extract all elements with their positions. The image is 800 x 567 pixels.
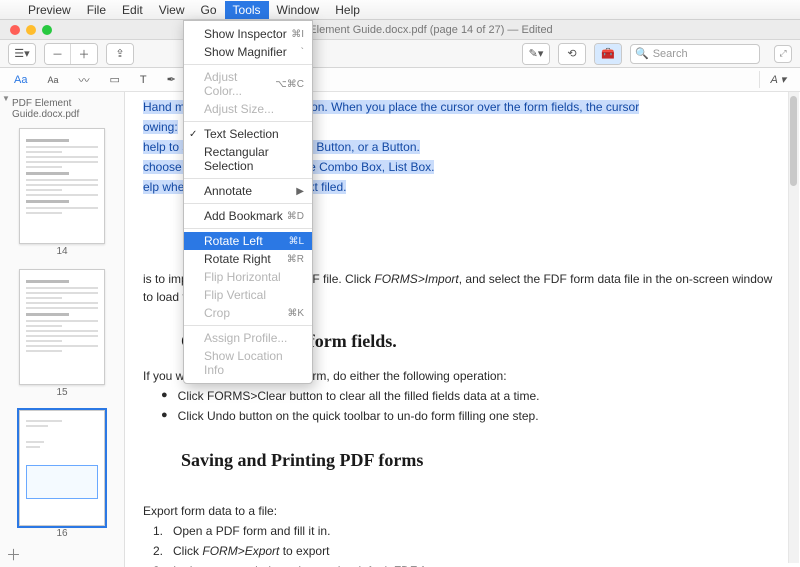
sketch-icon: 〰 [78, 75, 89, 87]
menu-view[interactable]: View [151, 1, 193, 19]
list-item: ●Click FORMS>Clear button to clear all t… [161, 387, 778, 405]
markup-toggle-button[interactable]: 🧰 [595, 44, 621, 64]
menu-item-show-magnifier[interactable]: Show Magnifier` [184, 43, 312, 61]
menu-help[interactable]: Help [327, 1, 368, 19]
main-split: ▼ PDF Element Guide.docx.pdf 14 15 16 ＋ … [0, 92, 800, 567]
submenu-arrow-icon: ▶ [296, 186, 304, 197]
scrollbar-thumb[interactable] [790, 96, 797, 186]
menu-item-add-bookmark[interactable]: Add Bookmark⌘D [184, 207, 312, 225]
tools-menu-dropdown: Show Inspector⌘I Show Magnifier` Adjust … [183, 20, 313, 384]
menu-separator [184, 325, 312, 326]
menu-separator [184, 228, 312, 229]
menu-item-rotate-left[interactable]: Rotate Left⌘L [184, 232, 312, 250]
zoom-in-icon: ＋ [79, 46, 90, 62]
list-item: 3.In the pop up window, choose the defau… [153, 562, 778, 567]
highlight-button[interactable]: ✎▾ [523, 44, 549, 64]
sidebar-toggle-button[interactable]: ☰▾ [9, 44, 35, 64]
list-item: 2.Click FORM>Export to export [153, 542, 778, 560]
markup-toolbar: Aa Aa 〰 ▭ T ✒ ▤ A ▾ [0, 68, 800, 92]
heading-saving-printing: Saving and Printing PDF forms [181, 447, 778, 474]
text-style-large-button[interactable]: Aa [10, 72, 31, 88]
menu-separator [184, 64, 312, 65]
menu-separator [184, 121, 312, 122]
menu-item-adjust-color: Adjust Color...⌥⌘C [184, 68, 312, 100]
menu-file[interactable]: File [79, 1, 114, 19]
menu-item-text-selection[interactable]: ✓Text Selection [184, 125, 312, 143]
zoom-out-button[interactable]: － [45, 44, 71, 64]
menu-separator [184, 203, 312, 204]
search-placeholder: Search [653, 48, 688, 60]
window-zoom-button[interactable] [42, 25, 52, 35]
menu-item-crop: Crop⌘K [184, 304, 312, 322]
page-thumbnail-14[interactable] [19, 128, 105, 244]
disclosure-triangle-icon[interactable]: ▼ [2, 94, 10, 103]
shapes-button[interactable]: ▭ [105, 71, 123, 88]
sign-button[interactable]: ✒ [163, 71, 180, 88]
menu-item-assign-profile: Assign Profile... [184, 329, 312, 347]
rotate-icon: ⟲ [567, 47, 576, 60]
search-field[interactable]: 🔍 Search [630, 44, 760, 64]
vertical-scrollbar[interactable] [788, 92, 799, 563]
menu-item-flip-vertical: Flip Vertical [184, 286, 312, 304]
signature-icon: ✒ [167, 74, 176, 86]
page-thumbnail-16[interactable] [19, 410, 105, 526]
menu-separator [184, 178, 312, 179]
menu-go[interactable]: Go [193, 1, 225, 19]
menubar: Preview File Edit View Go Tools Window H… [0, 0, 800, 20]
page-thumbnail-15[interactable] [19, 269, 105, 385]
sketch-button[interactable]: 〰 [74, 70, 93, 90]
toolbar: ☰▾ － ＋ ⇪ ✎▾ ⟲ 🧰 🔍 Search ⤢ [0, 40, 800, 68]
sidebar-filename: PDF Element Guide.docx.pdf [0, 96, 124, 124]
checkmark-icon: ✓ [189, 129, 197, 140]
share-button[interactable]: ⇪ [107, 44, 133, 64]
body-text: Export form data to a file: [143, 502, 778, 520]
font-style-dropdown[interactable]: A ▾ [759, 71, 790, 88]
menu-preview[interactable]: Preview [20, 1, 79, 19]
pencil-icon: ✎▾ [529, 47, 544, 60]
thumbnail-page-number: 16 [0, 528, 124, 539]
menu-item-show-location-info: Show Location Info [184, 347, 312, 379]
menu-item-show-inspector[interactable]: Show Inspector⌘I [184, 25, 312, 43]
thumbnail-sidebar[interactable]: ▼ PDF Element Guide.docx.pdf 14 15 16 ＋ [0, 92, 125, 567]
rotate-button[interactable]: ⟲ [559, 44, 585, 64]
zoom-in-button[interactable]: ＋ [71, 44, 97, 64]
share-icon: ⇪ [115, 47, 124, 60]
list-item: 1.Open a PDF form and fill it in. [153, 522, 778, 540]
window-minimize-button[interactable] [26, 25, 36, 35]
zoom-out-icon: － [52, 46, 63, 62]
text-style-small-button[interactable]: Aa [43, 73, 62, 87]
window-title: Element Guide.docx.pdf (page 14 of 27) —… [62, 24, 800, 36]
menu-item-annotate[interactable]: Annotate▶ [184, 182, 312, 200]
selected-text: owing: [143, 120, 178, 134]
menu-tools[interactable]: Tools [225, 1, 269, 19]
menu-item-flip-horizontal: Flip Horizontal [184, 268, 312, 286]
expand-icon: ⤢ [779, 48, 786, 59]
list-item: ●Click Undo button on the quick toolbar … [161, 407, 778, 425]
shapes-icon: ▭ [109, 74, 119, 86]
add-page-button[interactable]: ＋ [6, 544, 21, 565]
toolbox-icon: 🧰 [601, 47, 615, 60]
menu-item-adjust-size: Adjust Size... [184, 100, 312, 118]
bullet-icon: ● [161, 407, 168, 425]
search-icon: 🔍 [635, 47, 649, 60]
thumbnail-page-number: 15 [0, 387, 124, 398]
fullscreen-button[interactable]: ⤢ [774, 45, 792, 63]
menu-window[interactable]: Window [269, 1, 328, 19]
thumbnail-page-number: 14 [0, 246, 124, 257]
menu-edit[interactable]: Edit [114, 1, 151, 19]
window-titlebar: Element Guide.docx.pdf (page 14 of 27) —… [0, 20, 800, 40]
menu-item-rectangular-selection[interactable]: Rectangular Selection [184, 143, 312, 175]
bullet-icon: ● [161, 387, 168, 405]
menu-item-rotate-right[interactable]: Rotate Right⌘R [184, 250, 312, 268]
window-close-button[interactable] [10, 25, 20, 35]
text-tool-button[interactable]: T [136, 72, 151, 88]
